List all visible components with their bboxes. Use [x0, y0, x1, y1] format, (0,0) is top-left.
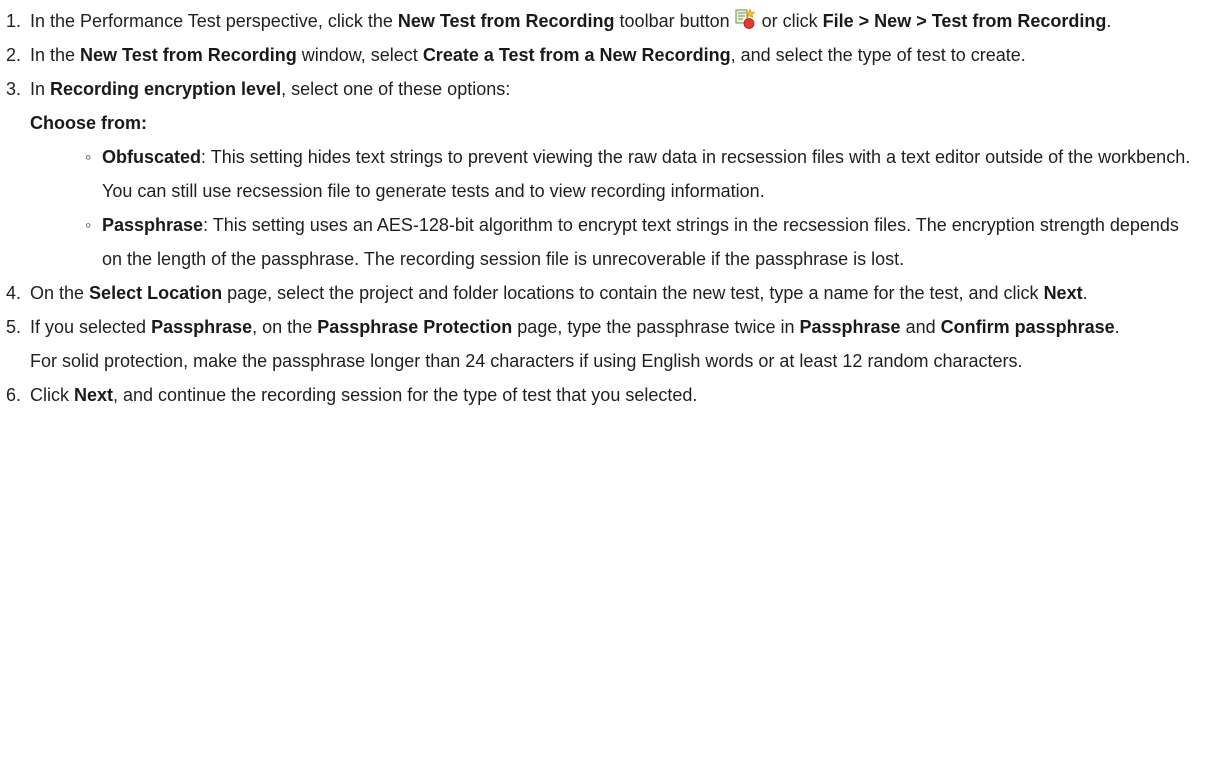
new-test-from-recording-icon — [735, 7, 757, 29]
step-text: page, select the project and folder loca… — [222, 283, 1044, 303]
step-3: 3. In Recording encryption level, select… — [6, 72, 1202, 276]
ui-term: Passphrase — [151, 317, 253, 337]
step-4: 4. On the Select Location page, select t… — [6, 276, 1202, 310]
option-obfuscated: ◦ Obfuscated: This setting hides text str… — [85, 140, 1202, 208]
step-text: On the — [30, 283, 90, 303]
ui-term: Confirm passphrase — [940, 317, 1115, 337]
option-term: Obfuscated — [102, 147, 202, 167]
option-text: : This setting hides text strings to pre… — [102, 147, 1191, 201]
ui-term: Passphrase Protection — [317, 317, 513, 337]
ui-term: New Test from Recording — [80, 45, 297, 65]
step-text: toolbar button — [614, 11, 735, 31]
step-number: 6. — [6, 385, 22, 405]
step-text: , select one of these options: — [281, 79, 511, 99]
step-text: If you selected — [30, 317, 152, 337]
step-text: , and select the type of test to create. — [730, 45, 1026, 65]
ui-term: Next — [1043, 283, 1083, 303]
ui-term: Next — [74, 385, 114, 405]
ui-term: Select Location — [89, 283, 223, 303]
step-number: 2. — [6, 45, 22, 65]
step-text: page, type the passphrase twice in — [512, 317, 800, 337]
step-5: 5. If you selected Passphrase, on the Pa… — [6, 310, 1202, 378]
choose-from-label: Choose from: — [30, 113, 147, 133]
option-term: Passphrase — [102, 215, 204, 235]
step-text: , on the — [252, 317, 318, 337]
options-list: ◦ Obfuscated: This setting hides text str… — [30, 140, 1202, 276]
step-text: Click — [30, 385, 74, 405]
document-content: 1. In the Performance Test perspective, … — [0, 0, 1212, 412]
step-number: 3. — [6, 79, 22, 99]
step-2: 2. In the New Test from Recording window… — [6, 38, 1202, 72]
step-text: or click — [756, 11, 823, 31]
bullet: ◦ — [85, 147, 92, 167]
ui-term: Recording encryption level — [50, 79, 282, 99]
step-text: , and continue the recording session for… — [113, 385, 698, 405]
ui-term: New Test from Recording — [397, 11, 615, 31]
step-text: and — [900, 317, 941, 337]
step-text: In the — [30, 45, 81, 65]
step-text: In the Performance Test perspective, cli… — [30, 11, 398, 31]
step-6: 6. Click Next, and continue the recordin… — [6, 378, 1202, 412]
step-number: 1. — [6, 11, 22, 31]
option-passphrase: ◦ Passphrase: This setting uses an AES-12… — [85, 208, 1202, 276]
step-text: window, select — [296, 45, 423, 65]
bullet: ◦ — [85, 215, 92, 235]
step-1: 1. In the Performance Test perspective, … — [6, 4, 1202, 38]
steps-list: 1. In the Performance Test perspective, … — [6, 4, 1202, 412]
step-text: In — [30, 79, 51, 99]
option-text: : This setting uses an AES-128-bit algor… — [102, 215, 1179, 269]
ui-term: Create a Test from a New Recording — [422, 45, 731, 65]
menu-path: File > New > Test from Recording — [822, 11, 1107, 31]
ui-term: Passphrase — [799, 317, 901, 337]
step-number: 4. — [6, 283, 22, 303]
step-note: For solid protection, make the passphras… — [30, 351, 1023, 371]
step-number: 5. — [6, 317, 22, 337]
